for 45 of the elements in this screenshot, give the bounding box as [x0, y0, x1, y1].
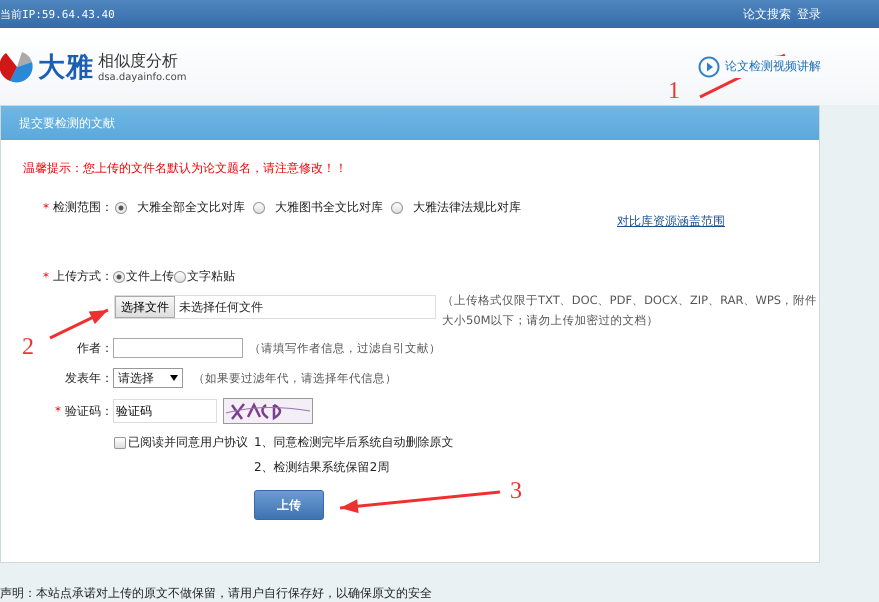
year-select[interactable]: 请选择 — [113, 368, 183, 388]
field-label: 作者： — [77, 340, 113, 356]
caret-icon — [170, 375, 178, 381]
method-option[interactable]: 文字粘贴 — [174, 268, 235, 285]
required-mark: * — [43, 200, 49, 214]
annotation-number: 2 — [22, 334, 34, 361]
panel-title: 提交要检测的文献 — [1, 106, 819, 140]
file-status: 未选择任何文件 — [179, 298, 263, 316]
choose-file-button[interactable]: 选择文件 — [115, 296, 175, 318]
top-link[interactable]: 论文搜索 — [743, 6, 791, 22]
field-label: 发表年： — [65, 370, 113, 386]
author-hint: （请填写作者信息，过滤自引文献） — [249, 340, 441, 356]
annotation-number: 1 — [668, 78, 680, 105]
logo-name: 大雅 — [38, 50, 94, 84]
play-icon — [698, 56, 720, 78]
scope-option[interactable]: 大雅图书全文比对库 — [251, 199, 383, 216]
logo-url: dsa.dayainfo.com — [98, 72, 187, 82]
method-option[interactable]: 文件上传 — [113, 268, 174, 285]
author-field[interactable] — [113, 338, 243, 358]
disclaimer-text: 声明：本站点承诺对上传的原文不做保留，请用户自行保存好，以确保原文的安全 — [0, 586, 432, 600]
coverage-link[interactable]: 对比库资源涵盖范围 — [617, 213, 725, 230]
annotation-number: 3 — [510, 478, 522, 505]
agreement-note: 1、同意检测完毕后系统自动删除原文 — [254, 434, 454, 451]
video-link[interactable]: 论文检测视频讲解 — [698, 56, 821, 78]
logo-icon — [0, 50, 34, 84]
agree-checkbox[interactable]: 已阅读并同意用户协议 — [114, 434, 248, 451]
required-mark: * — [43, 270, 49, 284]
format-hint: 大小50M以下；请勿上传加密过的文档） — [442, 313, 660, 328]
scope-option[interactable]: 大雅法律法规比对库 — [389, 199, 521, 216]
agreement-note: 2、检测结果系统保留2周 — [254, 459, 390, 476]
captcha-field[interactable]: 验证码 — [113, 399, 217, 423]
field-label: 上传方式： — [53, 268, 113, 285]
field-label: 检测范围： — [53, 199, 113, 216]
file-field[interactable]: 选择文件 未选择任何文件 — [114, 295, 436, 319]
required-mark: * — [55, 404, 61, 418]
year-hint: （如果要过滤年代，请选择年代信息） — [193, 370, 397, 386]
ip-address: 当前IP:59.64.43.40 — [0, 6, 115, 22]
notice-text: 温馨提示：您上传的文件名默认为论文题名，请注意修改！！ — [23, 160, 348, 177]
top-link[interactable]: 登录 — [797, 6, 821, 22]
annotation-arrow — [49, 308, 109, 340]
scope-option[interactable]: 大雅全部全文比对库 — [113, 199, 245, 216]
field-label: 验证码： — [65, 402, 113, 420]
logo-title: 相似度分析 — [98, 50, 179, 72]
format-hint: （上传格式仅限于TXT、DOC、PDF、DOCX、ZIP、RAR、WPS，附件 — [442, 293, 818, 308]
upload-button[interactable]: 上传 — [254, 490, 324, 520]
